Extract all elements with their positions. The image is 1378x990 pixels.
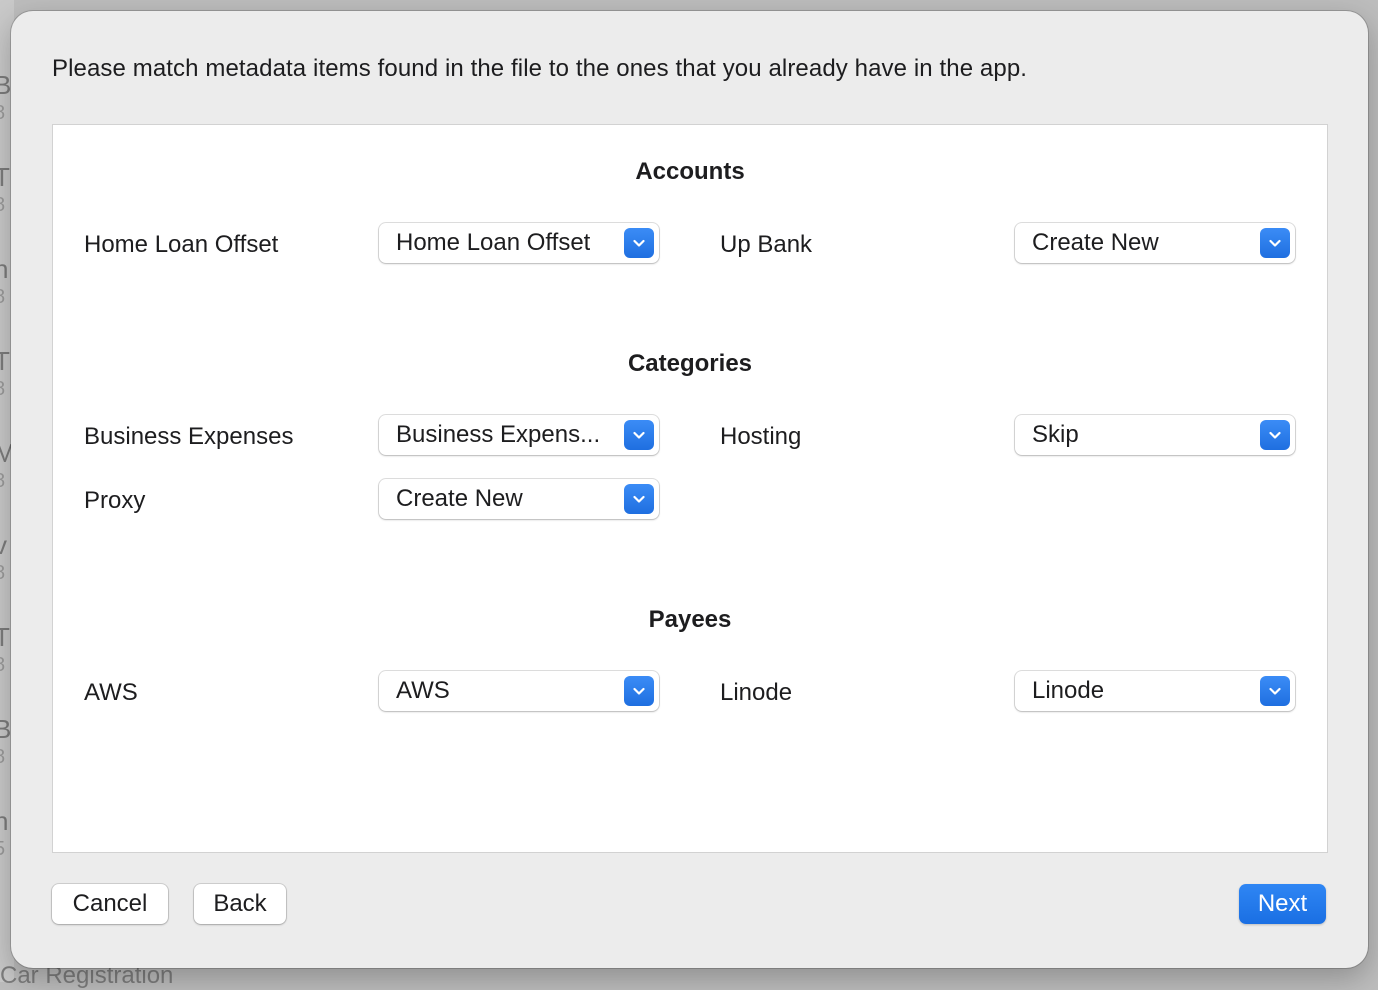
back-button[interactable]: Back [194, 884, 286, 924]
chevron-down-icon [624, 420, 654, 450]
payee-label-aws: AWS [84, 679, 138, 706]
chevron-down-icon [624, 228, 654, 258]
category-match-popup-proxy[interactable]: Create New [379, 479, 659, 519]
popup-value: Create New [1032, 229, 1159, 256]
popup-value: Business Expens... [396, 421, 601, 448]
categories-section-title: Categories [627, 350, 753, 377]
accounts-section-title: Accounts [635, 158, 745, 185]
payee-label-linode: Linode [720, 679, 793, 706]
category-label-business-expenses: Business Expenses [84, 423, 294, 450]
popup-value: Create New [396, 485, 523, 512]
metadata-match-panel: Accounts Home Loan Offset Home Loan Offs… [52, 124, 1328, 853]
account-label-up-bank: Up Bank [720, 231, 813, 258]
chevron-down-icon [1260, 420, 1290, 450]
import-match-dialog: Please match metadata items found in the… [11, 11, 1368, 968]
chevron-down-icon [1260, 228, 1290, 258]
category-match-popup-business-expenses[interactable]: Business Expens... [379, 415, 659, 455]
popup-value: AWS [396, 677, 450, 704]
category-label-hosting: Hosting [720, 423, 802, 450]
payee-match-popup-aws[interactable]: AWS [379, 671, 659, 711]
chevron-down-icon [1260, 676, 1290, 706]
cancel-button[interactable]: Cancel [52, 884, 168, 924]
payees-section-title: Payees [648, 606, 732, 633]
chevron-down-icon [624, 484, 654, 514]
account-match-popup-up-bank[interactable]: Create New [1015, 223, 1295, 263]
popup-value: Home Loan Offset [396, 229, 591, 256]
account-match-popup-home-loan-offset[interactable]: Home Loan Offset [379, 223, 659, 263]
chevron-down-icon [624, 676, 654, 706]
category-match-popup-hosting[interactable]: Skip [1015, 415, 1295, 455]
instruction-text: Please match metadata items found in the… [52, 55, 1028, 82]
account-label-home-loan-offset: Home Loan Offset [84, 231, 279, 258]
popup-value: Linode [1032, 677, 1105, 704]
popup-value: Skip [1032, 421, 1079, 448]
payee-match-popup-linode[interactable]: Linode [1015, 671, 1295, 711]
category-label-proxy: Proxy [84, 487, 146, 514]
next-button[interactable]: Next [1239, 884, 1326, 924]
